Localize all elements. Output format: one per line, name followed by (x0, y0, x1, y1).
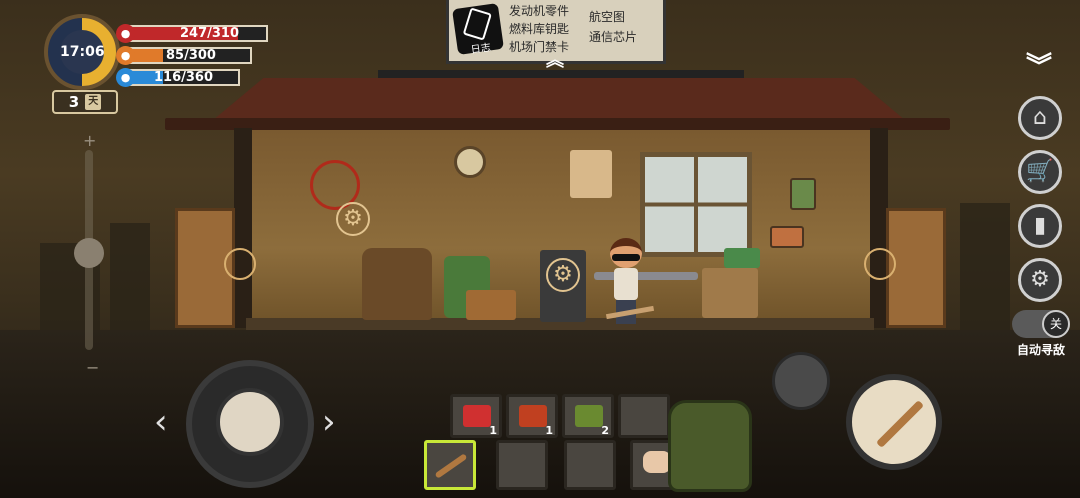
player-head (610, 238, 642, 268)
gear-icon[interactable]: ⚙ (1018, 258, 1062, 302)
collapse-log-chevron-icon[interactable]: ︽ (541, 52, 569, 72)
auto-target-label: 自动寻敌 (1016, 343, 1065, 357)
day-number: 3 (68, 93, 80, 111)
day-unit: 天 (85, 94, 102, 110)
attack-button[interactable] (846, 374, 942, 470)
picture-frame (770, 226, 804, 248)
zoom-slider-knob[interactable] (74, 238, 104, 268)
backpack-icon[interactable] (668, 400, 752, 492)
left-pillar (234, 128, 252, 328)
bat-weapon-icon (875, 399, 925, 449)
blood-drop-icon: ● (116, 24, 135, 43)
cart-icon[interactable]: 🛒 (1018, 150, 1062, 194)
roof-edge (165, 118, 950, 130)
herbs-icon (575, 405, 603, 427)
workbench-gear-icon[interactable]: ⚙ (546, 258, 580, 292)
poster (570, 150, 612, 198)
picture-frame (790, 178, 816, 210)
armchair (362, 248, 432, 320)
log-icon-label: 日志 (470, 42, 492, 57)
wall-clock (454, 146, 486, 178)
inventory-slot[interactable]: 2 (562, 394, 614, 438)
home-icon[interactable]: ⌂ (1018, 96, 1062, 140)
right-door-interact-ring[interactable] (864, 248, 896, 280)
medkit-icon (463, 405, 491, 427)
ruined-building (960, 203, 1010, 333)
water-value: 116/360 (154, 70, 214, 85)
upgrade-gear-icon[interactable]: ⚙ (336, 202, 370, 236)
ruined-building (110, 223, 150, 333)
player-character (605, 238, 655, 326)
joystick-knob[interactable] (216, 388, 284, 456)
stomach-icon: ● (116, 46, 135, 65)
zoom-in-icon[interactable]: + (83, 131, 96, 150)
green-box (724, 248, 760, 268)
item-quantity: 1 (545, 424, 553, 437)
hunger-value: 85/300 (166, 48, 216, 63)
player-body (614, 268, 638, 300)
crate (466, 290, 516, 320)
quickbar-slot-empty[interactable] (564, 440, 616, 490)
zoom-out-icon[interactable]: − (86, 358, 99, 377)
log-item: 通信芯片 (589, 30, 638, 44)
collapse-menu-chevron-icon[interactable]: ︾ (1018, 52, 1060, 86)
left-door-interact-ring[interactable] (224, 248, 256, 280)
skills-icon[interactable]: ▮ (1018, 204, 1062, 248)
inventory-slot[interactable]: 1 (450, 394, 502, 438)
health-bar: ● 247/310 (116, 24, 268, 43)
inventory-slot[interactable]: 1 (506, 394, 558, 438)
secondary-action-button[interactable] (772, 352, 830, 410)
item-quantity: 2 (601, 424, 609, 437)
phone-icon (462, 7, 492, 41)
toggle-state: 关 (1042, 310, 1070, 338)
quickbar-slot-selected[interactable] (424, 440, 476, 490)
log-item: 发动机零件 (509, 4, 570, 18)
clock-time: 17:06 (60, 30, 105, 74)
day-counter: 3 天 (52, 90, 118, 114)
wooden-crate (702, 268, 758, 318)
cracked-window (640, 152, 752, 257)
log-item: 航空图 (589, 10, 626, 24)
day-night-clock: 17:06 (44, 14, 120, 90)
item-quantity: 1 (489, 424, 497, 437)
log-icon[interactable]: 日志 (452, 3, 504, 57)
inventory-slot-empty[interactable] (618, 394, 670, 438)
move-left-arrow-icon[interactable]: ‹ (154, 402, 168, 442)
water-bar: ● 116/360 (116, 68, 240, 87)
medicine-box-icon (519, 405, 547, 427)
health-value: 247/310 (180, 26, 240, 41)
water-drop-icon: ● (116, 68, 135, 87)
quickbar-slot-empty[interactable] (496, 440, 548, 490)
sunglasses (612, 254, 640, 261)
fist-icon (643, 451, 671, 473)
hunger-bar: ● 85/300 (116, 46, 252, 65)
auto-target-toggle[interactable]: 关 (1012, 310, 1070, 338)
log-item: 燃料库钥匙 (509, 22, 570, 36)
move-right-arrow-icon[interactable]: › (322, 402, 336, 442)
wooden-bat-icon (434, 453, 468, 479)
